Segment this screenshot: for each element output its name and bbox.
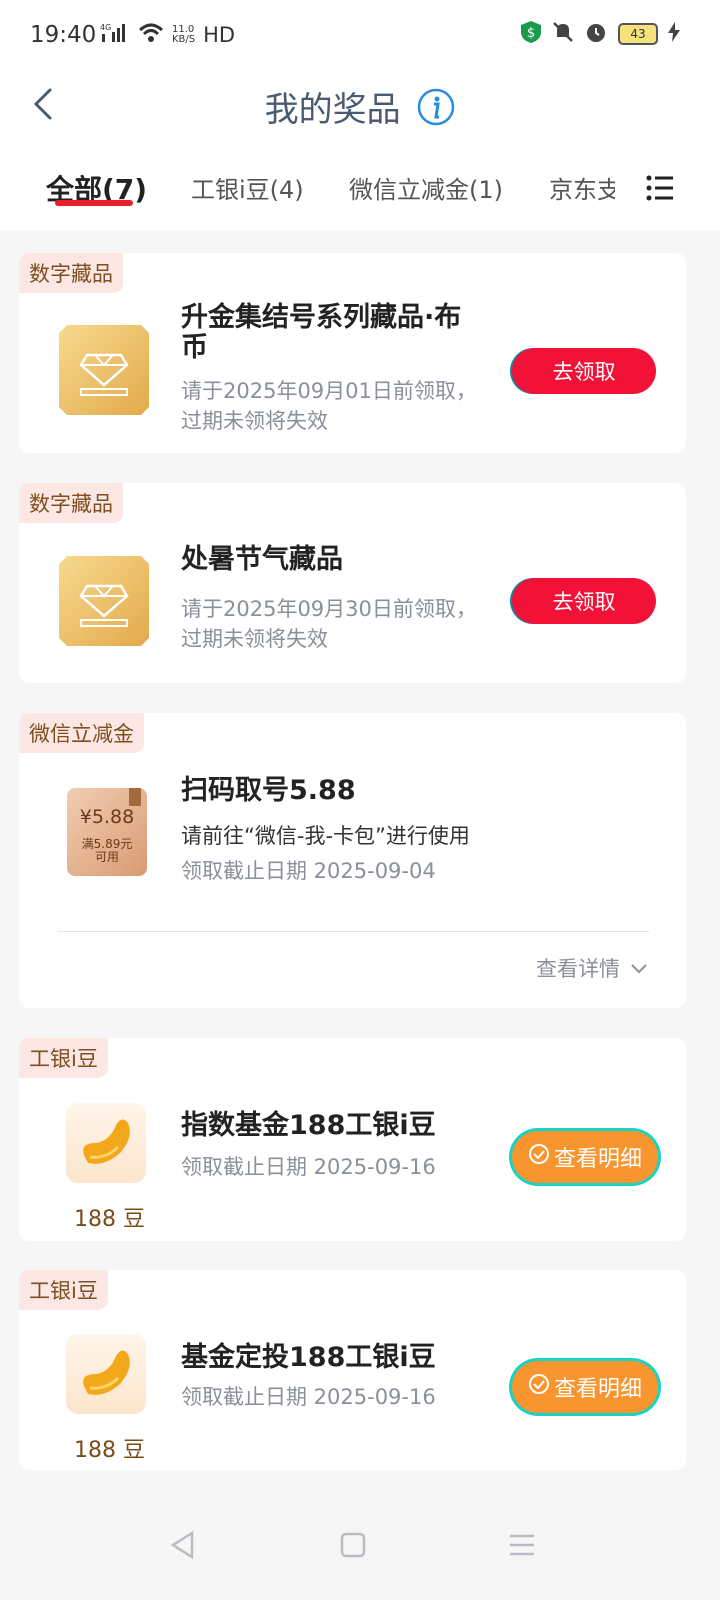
claim-button[interactable]: 去领取 bbox=[512, 578, 656, 624]
signal-icon: 4G bbox=[100, 22, 130, 48]
card-divider bbox=[57, 931, 649, 932]
status-bar: 19:40 4G 11.0 KB/S HD $ 43 bbox=[0, 0, 720, 70]
speed-unit: KB/S bbox=[172, 34, 196, 45]
charging-icon bbox=[668, 22, 680, 46]
prize-expiry: 请于2025年09月30日前领取， 过期未领将失效 bbox=[181, 594, 501, 654]
status-right-icons: $ 43 bbox=[520, 20, 680, 48]
network-type: 4G bbox=[100, 23, 111, 32]
category-badge: 工银i豆 bbox=[19, 1038, 108, 1078]
view-breakdown-label: 查看明细 bbox=[553, 1147, 642, 1172]
chevron-down-icon bbox=[630, 956, 648, 980]
prize-card: 微信立减金 ¥5.88 满5.89元 可用 扫码取号5.88 请前往“微信-我-… bbox=[19, 713, 686, 1008]
category-badge: 数字藏品 bbox=[19, 253, 123, 293]
coupon-condition: 满5.89元 可用 bbox=[67, 838, 147, 864]
expiry-line: 过期未领将失效 bbox=[181, 409, 328, 433]
wifi-icon bbox=[138, 22, 164, 48]
claim-button[interactable]: 去领取 bbox=[512, 348, 656, 394]
coupon-thumbnail: ¥5.88 满5.89元 可用 bbox=[67, 788, 147, 876]
nav-menu-icon[interactable] bbox=[508, 1530, 536, 1564]
view-breakdown-button[interactable]: 查看明细 bbox=[512, 1131, 658, 1183]
view-breakdown-label: 查看明细 bbox=[553, 1377, 642, 1402]
expiry-line: 请于2025年09月01日前领取， bbox=[181, 379, 477, 403]
list-menu-icon[interactable] bbox=[646, 174, 674, 206]
active-tab-indicator bbox=[55, 200, 133, 206]
expiry-line: 请于2025年09月30日前领取， bbox=[181, 597, 477, 621]
nav-back-icon[interactable] bbox=[170, 1530, 196, 1564]
svg-text:$: $ bbox=[527, 26, 535, 41]
status-left-icons: 4G 11.0 KB/S HD bbox=[100, 22, 235, 48]
bookmark-icon bbox=[129, 788, 141, 806]
coupon-amount: ¥5.88 bbox=[79, 806, 135, 828]
page-title: 我的奖品 bbox=[0, 82, 720, 135]
battery-indicator: 43 bbox=[618, 23, 658, 45]
prize-expiry: 领取截止日期 2025-09-16 bbox=[181, 1155, 436, 1179]
category-badge: 数字藏品 bbox=[19, 483, 123, 523]
prize-card: 数字藏品 处暑节气藏品 请于2025年09月30日前领取， 过期未领将失效 去领… bbox=[19, 483, 686, 683]
category-badge: 工银i豆 bbox=[19, 1270, 108, 1310]
bean-count: 188 豆 bbox=[74, 1207, 145, 1232]
prize-title: 升金集结号系列藏品·布 币 bbox=[181, 303, 501, 363]
security-shield-icon: $ bbox=[520, 20, 542, 48]
bean-icon bbox=[66, 1350, 146, 1418]
check-circle-icon bbox=[528, 1143, 550, 1171]
bean-thumbnail bbox=[66, 1103, 146, 1183]
system-navigation-bar bbox=[0, 1490, 720, 1600]
prize-expiry: 领取截止日期 2025-09-04 bbox=[181, 859, 436, 883]
prize-expiry: 领取截止日期 2025-09-16 bbox=[181, 1385, 436, 1409]
prize-title: 基金定投188工银i豆 bbox=[181, 1342, 436, 1373]
prize-title: 处暑节气藏品 bbox=[181, 544, 343, 575]
prize-title: 扫码取号5.88 bbox=[181, 775, 356, 806]
tab-icbc-beans[interactable]: 工银i豆(4) bbox=[191, 170, 304, 205]
category-badge: 微信立减金 bbox=[19, 713, 144, 753]
view-details-link[interactable]: 查看详情 bbox=[536, 953, 648, 983]
alarm-icon bbox=[584, 20, 608, 48]
tab-bar: 全部(7) 工银i豆(4) 微信立减金(1) 京东支 bbox=[0, 160, 720, 230]
prize-card: 工银i豆 188 豆 基金定投188工银i豆 领取截止日期 2025-09-16… bbox=[19, 1270, 686, 1470]
hd-label: HD bbox=[203, 23, 236, 47]
prize-title-line: 币 bbox=[181, 332, 208, 363]
expiry-line: 过期未领将失效 bbox=[181, 627, 328, 651]
bean-thumbnail bbox=[66, 1334, 146, 1414]
prize-title-line: 升金集结号系列藏品·布 bbox=[181, 302, 462, 333]
digital-collectible-icon bbox=[59, 556, 149, 650]
bean-icon bbox=[66, 1119, 146, 1187]
nav-home-icon[interactable] bbox=[340, 1530, 366, 1564]
page-title-text: 我的奖品 bbox=[264, 90, 401, 130]
bean-count: 188 豆 bbox=[74, 1438, 145, 1463]
prize-expiry: 请于2025年09月01日前领取， 过期未领将失效 bbox=[181, 376, 501, 436]
digital-collectible-icon bbox=[59, 325, 149, 419]
page-header: 我的奖品 全部(7) 工银i豆(4) 微信立减金(1) 京东支 bbox=[0, 70, 720, 230]
mute-bell-icon bbox=[552, 21, 574, 47]
view-breakdown-button[interactable]: 查看明细 bbox=[512, 1361, 658, 1413]
info-icon[interactable] bbox=[417, 88, 455, 135]
prize-card: 数字藏品 升金集结号系列藏品·布 币 请于2025年09月01日前领取， 过期未… bbox=[19, 253, 686, 453]
usage-instructions: 请前往“微信-我-卡包”进行使用 bbox=[181, 824, 470, 848]
tab-jd[interactable]: 京东支 bbox=[549, 170, 615, 205]
prize-card: 工银i豆 188 豆 指数基金188工银i豆 领取截止日期 2025-09-16… bbox=[19, 1038, 686, 1241]
tab-wechat-coupon[interactable]: 微信立减金(1) bbox=[349, 170, 503, 205]
network-speed: 11.0 KB/S bbox=[172, 25, 195, 45]
view-details-label: 查看详情 bbox=[536, 957, 620, 981]
check-circle-icon bbox=[528, 1373, 550, 1401]
prize-title: 指数基金188工银i豆 bbox=[181, 1110, 436, 1141]
coupon-condition-line: 可用 bbox=[94, 850, 119, 864]
status-time: 19:40 bbox=[30, 22, 97, 48]
